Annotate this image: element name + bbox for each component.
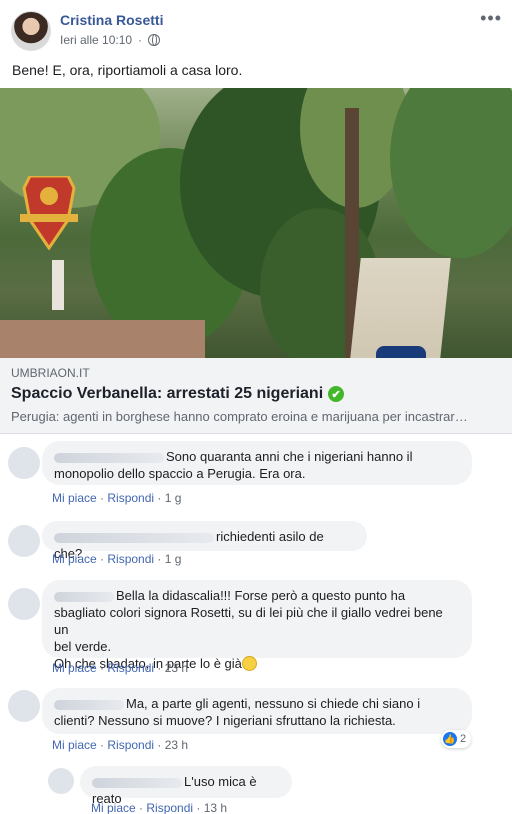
check-icon: ✔: [328, 386, 345, 402]
comment-bubble: L'uso mica è reato: [80, 766, 292, 806]
author-avatar[interactable]: [11, 11, 51, 51]
comment-bubble: richiedenti asilo de che?: [42, 521, 367, 561]
reply-button[interactable]: Rispondi: [107, 738, 154, 752]
thumbs-up-icon: 👍: [443, 732, 457, 746]
comment-actions: Mi piace · Rispondi · 23 h: [52, 738, 189, 752]
police-car: [376, 346, 426, 358]
reactions-count[interactable]: 👍 2: [441, 730, 472, 748]
smiling-face-icon: [241, 656, 257, 671]
comment-time[interactable]: 23 h: [165, 738, 188, 752]
comment-bubble: Bella la didascalia!!! Forse però a ques…: [42, 580, 472, 671]
comment-time[interactable]: 1 g: [165, 491, 182, 505]
post-timestamp[interactable]: Ieri alle 10:10: [60, 33, 132, 47]
like-button[interactable]: Mi piace: [91, 801, 136, 814]
reply-button[interactable]: Rispondi: [146, 801, 193, 814]
comment-bubble: Sono quaranta anni che i nigeriani hanno…: [42, 441, 472, 485]
police-crest-icon: [20, 176, 78, 250]
comment-time[interactable]: 13 h: [204, 801, 227, 814]
more-options-icon[interactable]: •••: [480, 8, 502, 29]
author-name[interactable]: Cristina Rosetti: [60, 12, 163, 28]
post-meta: Ieri alle 10:10 ·: [60, 33, 161, 47]
comment-avatar[interactable]: [8, 690, 40, 722]
link-preview-info[interactable]: UMBRIAON.IT Spaccio Verbanella: arrestat…: [0, 358, 512, 434]
comment-avatar[interactable]: [8, 447, 40, 479]
like-button[interactable]: Mi piace: [52, 738, 97, 752]
like-button[interactable]: Mi piace: [52, 552, 97, 566]
comment-time[interactable]: 23 h: [165, 661, 188, 675]
globe-icon[interactable]: [148, 34, 161, 46]
reply-button[interactable]: Rispondi: [107, 661, 154, 675]
link-description: Perugia: agenti in borghese hanno compra…: [11, 409, 468, 424]
link-domain: UMBRIAON.IT: [11, 366, 90, 380]
comment-actions: Mi piace · Rispondi · 1 g: [52, 552, 182, 566]
comment-avatar[interactable]: [8, 588, 40, 620]
link-title[interactable]: Spaccio Verbanella: arrestati 25 nigeria…: [11, 385, 345, 403]
comment-avatar[interactable]: [48, 768, 74, 794]
comment-bubble: Ma, a parte gli agenti, nessuno si chied…: [42, 688, 472, 734]
post-text: Bene! E, ora, riportiamoli a casa loro.: [12, 62, 243, 78]
reply-button[interactable]: Rispondi: [107, 491, 154, 505]
post-header: Cristina Rosetti Ieri alle 10:10 · •••: [0, 0, 512, 56]
link-preview-image[interactable]: [0, 88, 512, 358]
comment-time[interactable]: 1 g: [165, 552, 182, 566]
like-button[interactable]: Mi piace: [52, 661, 97, 675]
comment-actions: Mi piace · Rispondi · 1 g: [52, 491, 182, 505]
reply-button[interactable]: Rispondi: [107, 552, 154, 566]
comment-actions: Mi piace · Rispondi · 13 h: [91, 801, 228, 814]
like-button[interactable]: Mi piace: [52, 491, 97, 505]
comment-actions: Mi piace · Rispondi · 23 h: [52, 661, 189, 675]
comment-avatar[interactable]: [8, 525, 40, 557]
